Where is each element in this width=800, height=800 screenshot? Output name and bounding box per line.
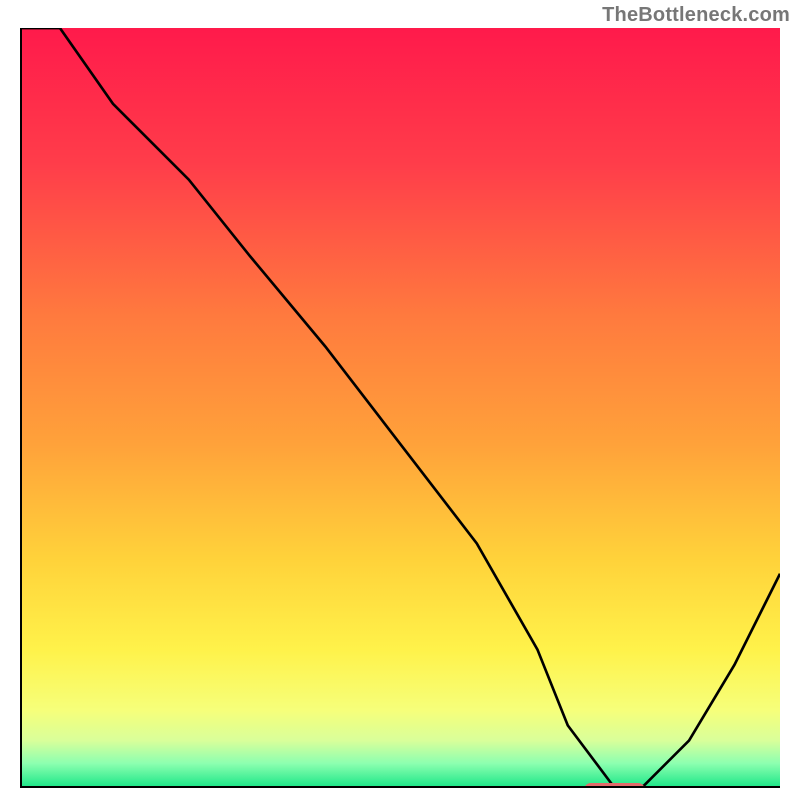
chart-container: TheBottleneck.com — [0, 0, 800, 800]
watermark-text: TheBottleneck.com — [602, 4, 790, 27]
optimal-range-marker — [584, 783, 645, 788]
plot-area — [20, 28, 780, 788]
bottleneck-curve — [22, 28, 780, 786]
